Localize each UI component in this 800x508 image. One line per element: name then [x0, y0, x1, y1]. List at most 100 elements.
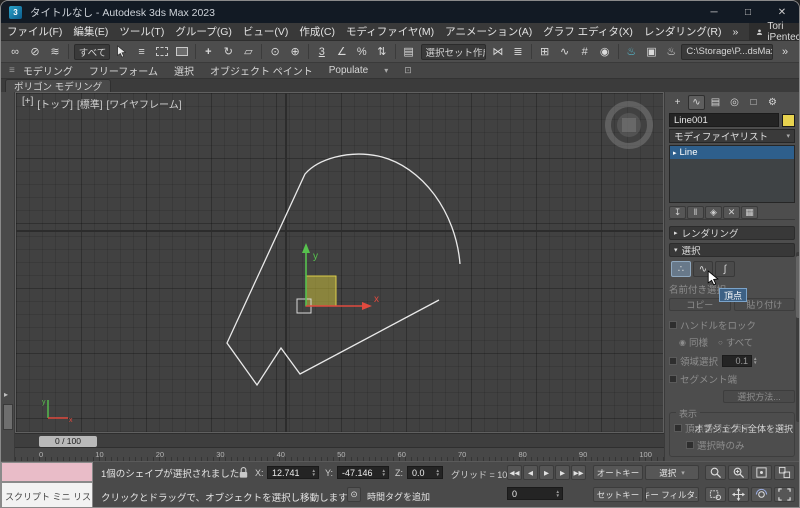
area-selection-value-field[interactable]: 0.1: [722, 355, 753, 367]
menu-create[interactable]: 作成(C): [299, 24, 335, 39]
lock-handles-checkbox[interactable]: [669, 321, 677, 329]
panel-scrollbar-thumb[interactable]: [796, 256, 799, 318]
play-button[interactable]: ▶: [539, 465, 554, 480]
time-slider[interactable]: 0 / 100: [39, 435, 97, 447]
menu-edit[interactable]: 編集(E): [73, 24, 108, 39]
percent-snap-button[interactable]: %: [353, 43, 371, 61]
go-to-end-button[interactable]: ▶▶: [571, 465, 586, 480]
time-slider-track[interactable]: 0 / 100: [15, 433, 664, 447]
window-crossing-toggle[interactable]: [173, 43, 191, 61]
menu-tools[interactable]: ツール(T): [119, 24, 164, 39]
material-editor-button[interactable]: ◉: [596, 43, 614, 61]
menu-modifiers[interactable]: モディファイヤ(M): [346, 24, 434, 39]
menu-views[interactable]: ビュー(V): [243, 24, 289, 39]
key-filters-button[interactable]: キー フィルタ...: [645, 487, 699, 502]
maximize-button[interactable]: □: [731, 1, 765, 23]
y-spinner[interactable]: ▲ ▼: [382, 468, 386, 477]
snap-toggle-button[interactable]: 3: [313, 43, 331, 61]
z-coordinate-field[interactable]: 0.0 ▲ ▼: [407, 466, 443, 479]
account-button[interactable]: Tori iPentec ▾: [749, 21, 799, 43]
viewport-menu-style[interactable]: [ワイヤフレーム]: [107, 96, 182, 111]
tab-create[interactable]: +: [669, 95, 686, 110]
menu-file[interactable]: ファイル(F): [7, 24, 62, 39]
maxscript-mini-listener[interactable]: スクリプト ミニ リス: [1, 482, 93, 507]
track-bar[interactable]: 0 10 20 30 40 50 60 70 80 90 100: [15, 447, 664, 461]
ribbon-tab-object-paint[interactable]: オブジェクト ペイント: [210, 63, 313, 78]
rendered-frame-window-button[interactable]: ▣: [642, 43, 660, 61]
ribbon-minimize-icon[interactable]: ⊡: [404, 65, 412, 76]
angle-snap-button[interactable]: ∠: [333, 43, 351, 61]
show-vertex-numbers-checkbox[interactable]: [674, 424, 682, 432]
area-selection-spinner[interactable]: ▲ ▼: [753, 356, 757, 365]
select-and-manipulate-button[interactable]: ⊕: [286, 43, 304, 61]
select-and-scale-button[interactable]: ▱: [239, 43, 257, 61]
macro-recorder-strip[interactable]: [1, 462, 93, 482]
tab-hierarchy[interactable]: ▤: [707, 95, 724, 110]
spline-object[interactable]: [226, 153, 461, 387]
zoom-extents-all-button[interactable]: [774, 465, 795, 480]
modifier-list-dropdown[interactable]: モディファイヤリスト ▾: [669, 129, 795, 143]
previous-frame-button[interactable]: ◀: [523, 465, 538, 480]
menu-animation[interactable]: アニメーション(A): [445, 24, 532, 39]
offset-mode-toggle[interactable]: ⊙: [347, 487, 361, 502]
viewport-layout-tab-button[interactable]: [3, 404, 13, 430]
zoom-extents-button[interactable]: [751, 465, 772, 480]
panel-scrollbar[interactable]: [796, 252, 799, 422]
select-by-button[interactable]: 選択方法...: [723, 390, 795, 403]
tab-display[interactable]: □: [745, 95, 762, 110]
object-color-swatch[interactable]: [782, 113, 795, 127]
set-key-button[interactable]: セットキー: [593, 487, 643, 502]
z-spinner[interactable]: ▲ ▼: [436, 468, 440, 477]
render-setup-button[interactable]: ♨: [622, 43, 640, 61]
select-and-move-button[interactable]: +: [199, 43, 217, 61]
mirror-button[interactable]: ⋈: [489, 43, 507, 61]
unlink-selection-button[interactable]: ⊘: [26, 43, 44, 61]
ribbon-tab-freeform[interactable]: フリーフォーム: [89, 63, 158, 78]
alike-radio[interactable]: ◉ 同様: [679, 335, 708, 350]
ribbon-subtab-polygon-modeling[interactable]: ポリゴン モデリング: [5, 79, 112, 93]
ribbon-tab-modeling[interactable]: モデリング: [23, 63, 73, 78]
bind-to-space-warp-button[interactable]: ≋: [46, 43, 64, 61]
frame-spinner[interactable]: ▲ ▼: [556, 489, 560, 498]
layer-explorer-button[interactable]: ⊞: [536, 43, 554, 61]
ribbon-handle-icon[interactable]: ≡: [9, 65, 15, 76]
select-object-button[interactable]: [113, 43, 131, 61]
add-time-tag[interactable]: 時間タグを追加: [367, 490, 430, 503]
pan-button[interactable]: [728, 487, 749, 502]
auto-key-button[interactable]: オートキー: [593, 465, 643, 480]
use-pivot-center-button[interactable]: ⊙: [266, 43, 284, 61]
maximize-viewport-button[interactable]: [774, 487, 795, 502]
orbit-button[interactable]: [751, 487, 772, 502]
zoom-region-button[interactable]: [705, 487, 726, 502]
edit-named-sets-button[interactable]: ▤: [400, 43, 418, 61]
viewport-menu-pov[interactable]: [トップ]: [37, 96, 73, 111]
configure-modifier-sets-button[interactable]: ▦: [741, 205, 758, 219]
ribbon-tab-selection[interactable]: 選択: [174, 63, 194, 78]
remove-modifier-button[interactable]: ✕: [723, 205, 740, 219]
dock-expand-icon[interactable]: ▸: [4, 390, 8, 399]
viewcube-top-face[interactable]: [622, 118, 636, 132]
menu-overflow-chevrons[interactable]: »: [733, 26, 739, 38]
key-selection-dropdown[interactable]: 選択 ▾: [645, 465, 699, 480]
y-coordinate-field[interactable]: -47.146 ▲ ▼: [337, 466, 389, 479]
menu-rendering[interactable]: レンダリング(R): [644, 24, 722, 39]
zoom-all-button[interactable]: [728, 465, 749, 480]
render-button[interactable]: ♨: [662, 43, 680, 61]
select-and-rotate-button[interactable]: ↻: [219, 43, 237, 61]
object-name-field[interactable]: Line001: [669, 113, 779, 127]
select-and-link-button[interactable]: ∞: [6, 43, 24, 61]
selection-region-button[interactable]: [153, 43, 171, 61]
ribbon-tab-populate[interactable]: Populate: [329, 65, 368, 76]
viewport-menu-quality[interactable]: [標準]: [77, 96, 103, 111]
zoom-button[interactable]: [705, 465, 726, 480]
show-end-result-button[interactable]: ‖: [687, 205, 704, 219]
menu-graph-editors[interactable]: グラフ エディタ(X): [543, 24, 633, 39]
modifier-stack[interactable]: ▸ Line: [669, 145, 795, 203]
named-sets-field[interactable]: 選択セット作成▾: [420, 43, 486, 60]
next-frame-button[interactable]: ▶: [555, 465, 570, 480]
toolbar-overflow-chevrons[interactable]: »: [776, 43, 794, 61]
spinner-snap-button[interactable]: ⇅: [373, 43, 391, 61]
rollout-selection[interactable]: ▾ 選択: [669, 243, 795, 257]
project-path-dropdown[interactable]: C:\Storage\P...dsMax Project▾: [681, 43, 774, 60]
select-by-name-button[interactable]: ≡: [133, 43, 151, 61]
